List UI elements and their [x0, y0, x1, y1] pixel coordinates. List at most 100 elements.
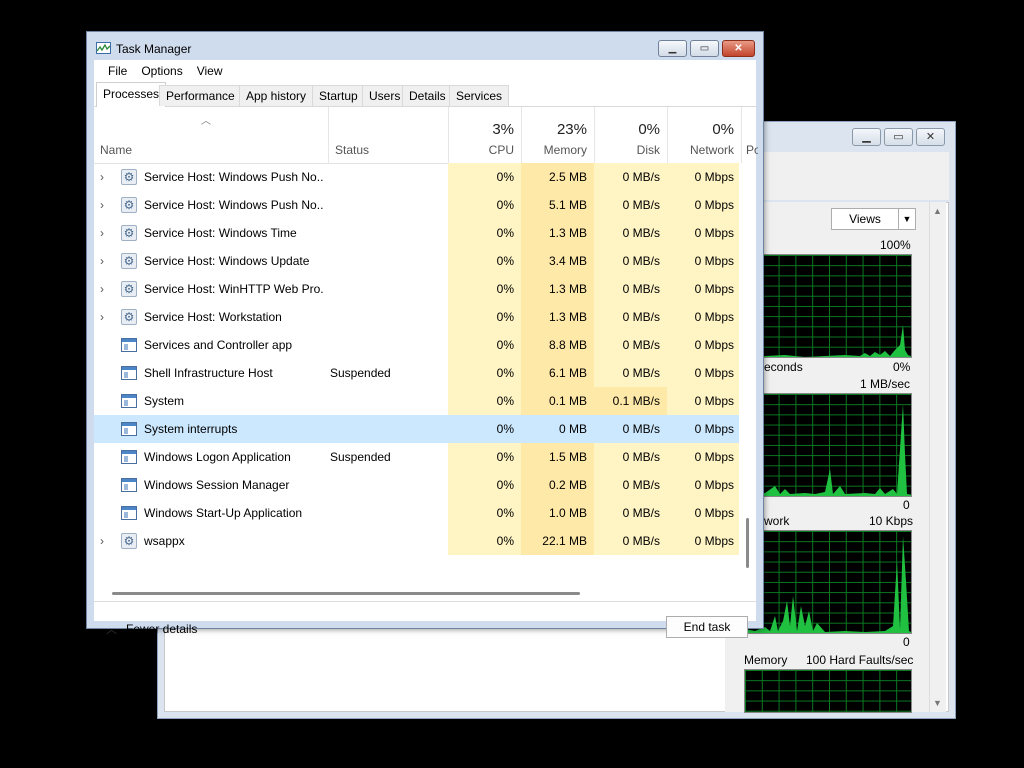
horizontal-scrollbar[interactable] [94, 587, 756, 601]
process-row[interactable]: › ⚙ Service Host: Workstation 0% 1.3 MB 0 MB/… [94, 303, 741, 331]
menu-file[interactable]: File [101, 64, 134, 78]
process-row[interactable]: › ⚙ wsappx 0% 22.1 MB 0 MB/s 0 Mbps [94, 527, 741, 555]
process-name: Service Host: WinHTTP Web Pro... [144, 282, 324, 296]
process-memory: 1.3 MB [521, 275, 594, 303]
graph-1-min-label: 0% [893, 360, 911, 374]
process-row[interactable]: › ⚙ Service Host: Windows Push No... 0% 5.1 … [94, 191, 741, 219]
process-row[interactable]: Windows Logon Application Suspended 0% 1.5 … [94, 443, 741, 471]
menu-view[interactable]: View [190, 64, 230, 78]
close-button[interactable]: ✕ [722, 40, 755, 57]
process-network: 0 Mbps [667, 331, 741, 359]
gear-icon: ⚙ [121, 533, 137, 549]
process-row[interactable]: System 0% 0.1 MB 0.1 MB/s 0 Mbps [94, 387, 741, 415]
expand-chevron-icon[interactable]: › [100, 191, 112, 219]
tab-services[interactable]: Services [449, 85, 510, 106]
process-row[interactable]: › ⚙ Service Host: Windows Time 0% 1.3 MB 0 MB… [94, 219, 741, 247]
fewer-details-button[interactable]: ︿ Fewer details [106, 621, 197, 637]
graph-4-title-label: Memory [744, 653, 788, 667]
vertical-scroll-thumb[interactable] [746, 518, 749, 568]
process-disk: 0 MB/s [594, 219, 667, 247]
maximize-button[interactable]: ▭ [690, 40, 719, 57]
window-icon [121, 393, 137, 409]
window-icon [121, 365, 137, 381]
cpu-graph [744, 254, 912, 358]
process-network: 0 Mbps [667, 471, 741, 499]
column-network[interactable]: 0% Network [667, 107, 741, 163]
scroll-down-arrow-icon[interactable]: ▼ [933, 698, 942, 708]
column-disk-label: Disk [636, 143, 660, 157]
column-memory[interactable]: 23% Memory [521, 107, 594, 163]
window-icon [121, 477, 137, 493]
tab-users[interactable]: Users [362, 85, 408, 106]
process-cpu: 0% [448, 415, 521, 443]
expand-chevron-icon[interactable]: › [100, 219, 112, 247]
process-cpu: 0% [448, 303, 521, 331]
process-row[interactable]: Shell Infrastructure Host Suspended 0% 6.1 … [94, 359, 741, 387]
process-name: System interrupts [144, 422, 238, 436]
column-name[interactable]: Name [94, 107, 328, 163]
process-cpu: 0% [448, 331, 521, 359]
expand-chevron-icon[interactable]: › [100, 303, 112, 331]
rm-maximize-button[interactable]: ▭ [884, 128, 913, 146]
process-memory: 8.8 MB [521, 331, 594, 359]
process-disk: 0 MB/s [594, 443, 667, 471]
column-cpu[interactable]: 3% CPU [448, 107, 521, 163]
minimize-button[interactable]: ▁ [658, 40, 687, 57]
rm-caption-buttons: ▁ ▭ ✕ [852, 128, 945, 146]
process-disk: 0 MB/s [594, 247, 667, 275]
process-row[interactable]: › ⚙ Service Host: Windows Update 0% 3.4 MB 0 … [94, 247, 741, 275]
process-memory: 0 MB [521, 415, 594, 443]
vertical-scrollbar[interactable] [739, 163, 756, 587]
process-disk: 0 MB/s [594, 163, 667, 191]
menu-options[interactable]: Options [134, 64, 189, 78]
process-row[interactable]: › ⚙ Service Host: WinHTTP Web Pro... 0% 1.3 … [94, 275, 741, 303]
tab-processes[interactable]: Processes [96, 82, 167, 107]
process-network: 0 Mbps [667, 275, 741, 303]
expand-chevron-icon[interactable]: › [100, 247, 112, 275]
tab-startup[interactable]: Startup [312, 85, 365, 106]
task-manager-window[interactable]: Task Manager ▁ ▭ ✕ File Options View Pro… [86, 31, 764, 638]
window-icon [121, 505, 137, 521]
rm-scrollbar[interactable]: ▲ ▼ [929, 202, 946, 712]
views-button[interactable]: Views ▼ [831, 208, 916, 230]
gear-icon: ⚙ [121, 169, 137, 185]
title-bar[interactable]: Task Manager ▁ ▭ ✕ [87, 32, 763, 60]
graph-1-time-label: econds [764, 360, 803, 374]
column-power[interactable]: Po [741, 107, 758, 163]
process-row[interactable]: System interrupts 0% 0 MB 0 MB/s 0 Mbps [94, 415, 741, 443]
column-status-label: Status [335, 143, 370, 157]
process-disk: 0 MB/s [594, 331, 667, 359]
tab-performance[interactable]: Performance [159, 85, 242, 106]
process-memory: 1.3 MB [521, 303, 594, 331]
column-status[interactable]: Status [328, 107, 448, 163]
expand-chevron-icon[interactable]: › [100, 163, 112, 191]
process-network: 0 Mbps [667, 219, 741, 247]
caption-buttons: ▁ ▭ ✕ [658, 40, 755, 57]
process-row[interactable]: Services and Controller app 0% 8.8 MB 0 MB/… [94, 331, 741, 359]
process-row[interactable]: › ⚙ Service Host: Windows Push No... 0% 2.5 … [94, 163, 741, 191]
tab-app-history[interactable]: App history [239, 85, 314, 106]
process-network: 0 Mbps [667, 303, 741, 331]
graph-2-min-label: 0 [903, 498, 910, 512]
dropdown-arrow-icon[interactable]: ▼ [898, 209, 915, 229]
menu-bar: File Options View [94, 60, 230, 82]
scroll-up-arrow-icon[interactable]: ▲ [933, 206, 942, 216]
graph-3-title-label: work [764, 514, 790, 528]
tab-details[interactable]: Details [402, 85, 453, 106]
process-memory: 1.5 MB [521, 443, 594, 471]
task-manager-app-icon [96, 42, 111, 54]
process-row[interactable]: Windows Session Manager 0% 0.2 MB 0 MB/s 0 M… [94, 471, 741, 499]
tab-strip: Processes Performance App history Startu… [94, 82, 756, 107]
column-disk[interactable]: 0% Disk [594, 107, 667, 163]
expand-chevron-icon[interactable]: › [100, 527, 112, 555]
cpu-graph-line [745, 325, 911, 357]
process-status: Suspended [330, 366, 391, 380]
end-task-button[interactable]: End task [666, 616, 748, 638]
expand-chevron-icon[interactable]: › [100, 275, 112, 303]
rm-close-button[interactable]: ✕ [916, 128, 945, 146]
horizontal-scroll-thumb[interactable] [112, 592, 580, 595]
process-row[interactable]: Windows Start-Up Application 0% 1.0 MB 0 MB… [94, 499, 741, 527]
process-disk: 0 MB/s [594, 499, 667, 527]
rm-minimize-button[interactable]: ▁ [852, 128, 881, 146]
process-network: 0 Mbps [667, 499, 741, 527]
